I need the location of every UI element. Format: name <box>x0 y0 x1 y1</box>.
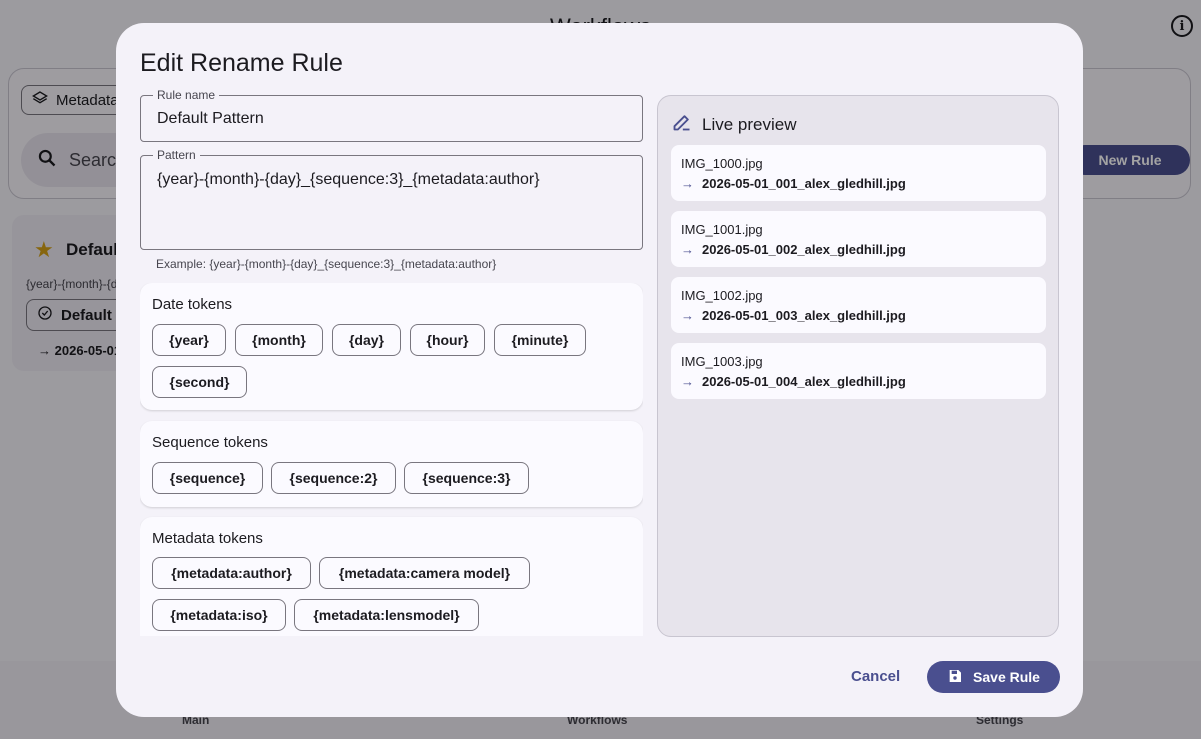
date-tokens-card: Date tokens {year} {month} {day} {hour} … <box>140 283 643 410</box>
token-chip-metadata-lensmodel[interactable]: {metadata:lensmodel} <box>294 599 479 631</box>
metadata-tokens-card: Metadata tokens {metadata:author} {metad… <box>140 517 643 636</box>
rule-name-value[interactable]: Default Pattern <box>157 110 264 128</box>
token-chip-metadata-author[interactable]: {metadata:author} <box>152 557 311 589</box>
preview-result: → 2026-05-01_001_alex_gledhill.jpg <box>681 176 906 191</box>
save-rule-button[interactable]: Save Rule <box>927 661 1060 693</box>
arrow-right-icon: → <box>681 242 694 257</box>
edit-rule-dialog: Edit Rename Rule Rule name Default Patte… <box>116 23 1083 717</box>
cancel-button[interactable]: Cancel <box>851 668 900 685</box>
token-chip-hour[interactable]: {hour} <box>410 324 485 356</box>
save-rule-label: Save Rule <box>973 669 1040 685</box>
preview-result: → 2026-05-01_003_alex_gledhill.jpg <box>681 308 906 323</box>
rule-name-field[interactable]: Rule name Default Pattern <box>140 88 643 142</box>
preview-source: IMG_1002.jpg <box>681 288 763 303</box>
preview-source: IMG_1000.jpg <box>681 156 763 171</box>
preview-item: IMG_1000.jpg → 2026-05-01_001_alex_gledh… <box>671 145 1046 201</box>
preview-result-text: 2026-05-01_002_alex_gledhill.jpg <box>702 242 906 257</box>
token-chip-month[interactable]: {month} <box>235 324 323 356</box>
pattern-label: Pattern <box>153 148 200 162</box>
arrow-right-icon: → <box>681 176 694 191</box>
preview-result-text: 2026-05-01_001_alex_gledhill.jpg <box>702 176 906 191</box>
preview-source: IMG_1001.jpg <box>681 222 763 237</box>
preview-result: → 2026-05-01_004_alex_gledhill.jpg <box>681 374 906 389</box>
preview-result-text: 2026-05-01_004_alex_gledhill.jpg <box>702 374 906 389</box>
sequence-tokens-title: Sequence tokens <box>152 434 268 451</box>
live-preview-panel: Live preview IMG_1000.jpg → 2026-05-01_0… <box>657 95 1059 637</box>
token-chip-sequence-2[interactable]: {sequence:2} <box>271 462 396 494</box>
token-chip-second[interactable]: {second} <box>152 366 247 398</box>
rule-name-label: Rule name <box>153 88 220 102</box>
edit-icon <box>672 112 692 137</box>
metadata-tokens-title: Metadata tokens <box>152 530 263 547</box>
arrow-right-icon: → <box>681 374 694 389</box>
tokens-scroll-area[interactable]: Date tokens {year} {month} {day} {hour} … <box>140 283 643 636</box>
token-chip-sequence-3[interactable]: {sequence:3} <box>404 462 529 494</box>
date-tokens-title: Date tokens <box>152 296 233 313</box>
token-chip-day[interactable]: {day} <box>332 324 401 356</box>
token-chip-metadata-iso[interactable]: {metadata:iso} <box>152 599 286 631</box>
preview-item: IMG_1002.jpg → 2026-05-01_003_alex_gledh… <box>671 277 1046 333</box>
sequence-tokens-card: Sequence tokens {sequence} {sequence:2} … <box>140 421 643 507</box>
preview-item: IMG_1003.jpg → 2026-05-01_004_alex_gledh… <box>671 343 1046 399</box>
dialog-title: Edit Rename Rule <box>140 49 343 77</box>
arrow-right-icon: → <box>681 308 694 323</box>
pattern-value[interactable]: {year}-{month}-{day}_{sequence:3}_{metad… <box>157 171 540 189</box>
token-chip-minute[interactable]: {minute} <box>494 324 586 356</box>
live-preview-title: Live preview <box>702 114 797 134</box>
preview-source: IMG_1003.jpg <box>681 354 763 369</box>
preview-item: IMG_1001.jpg → 2026-05-01_002_alex_gledh… <box>671 211 1046 267</box>
preview-result-text: 2026-05-01_003_alex_gledhill.jpg <box>702 308 906 323</box>
pattern-field[interactable]: Pattern {year}-{month}-{day}_{sequence:3… <box>140 148 643 250</box>
preview-result: → 2026-05-01_002_alex_gledhill.jpg <box>681 242 906 257</box>
token-chip-sequence[interactable]: {sequence} <box>152 462 263 494</box>
token-chip-metadata-camera-model[interactable]: {metadata:camera model} <box>319 557 530 589</box>
pattern-helper-text: Example: {year}-{month}-{day}_{sequence:… <box>156 257 497 271</box>
token-chip-year[interactable]: {year} <box>152 324 226 356</box>
live-preview-header: Live preview <box>672 112 797 137</box>
save-icon <box>947 668 963 687</box>
